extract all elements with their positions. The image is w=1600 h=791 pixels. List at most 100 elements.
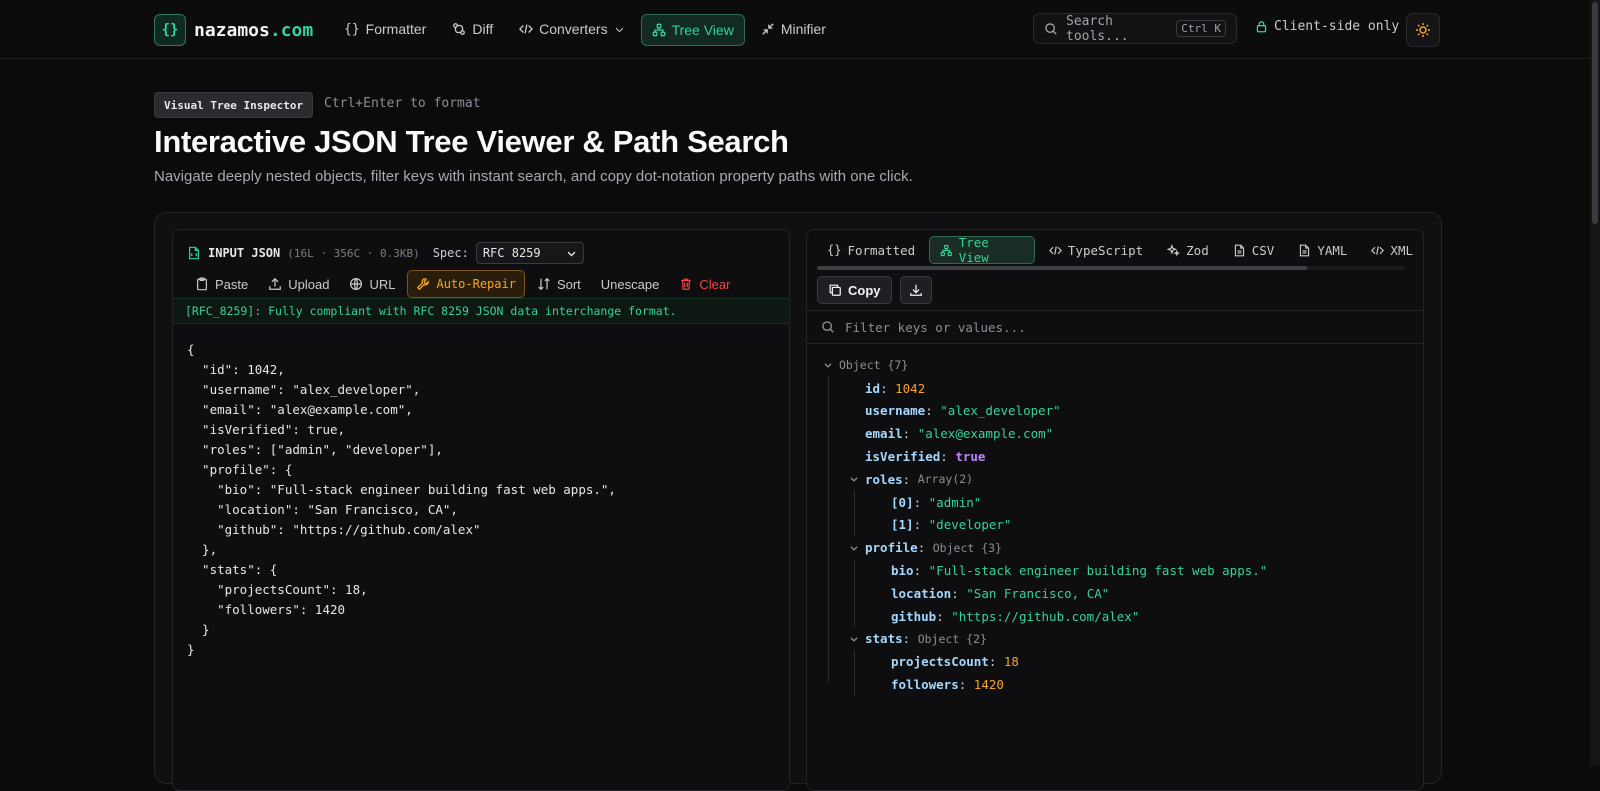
feature-badge: Visual Tree Inspector <box>154 92 314 118</box>
tree-type: Object {3} <box>932 540 1002 555</box>
tab-xml[interactable]: XML <box>1361 237 1423 263</box>
tab-yaml[interactable]: YAML <box>1288 237 1357 263</box>
tree-filter[interactable]: Filter keys or values... <box>807 310 1423 344</box>
file-icon <box>1234 244 1244 256</box>
tree-value: 1042 <box>895 380 926 396</box>
tree-node[interactable]: projectsCount: 18 <box>821 650 1401 673</box>
page-title: Interactive JSON Tree Viewer & Path Sear… <box>154 124 789 159</box>
download-button[interactable] <box>899 276 932 304</box>
unescape-label: Unescape <box>600 276 660 292</box>
tree-node[interactable]: username: "alex_developer" <box>821 400 1401 423</box>
tree-key: profile <box>865 540 918 556</box>
tree-value: "alex@example.com" <box>917 426 1054 442</box>
nav-tree-view[interactable]: Tree View <box>640 14 745 46</box>
url-button[interactable]: URL <box>341 271 403 297</box>
output-tabs: {} Formatted Tree View TypeScript Zod CS… <box>817 235 1423 265</box>
auto-repair-button[interactable]: Auto-Repair <box>407 270 525 298</box>
validation-status: [RFC_8259]: Fully compliant with RFC 825… <box>173 298 789 324</box>
upload-button[interactable]: Upload <box>260 271 337 297</box>
tree-node[interactable]: [0]: "admin" <box>821 491 1401 514</box>
unescape-button[interactable]: Unescape <box>593 271 668 297</box>
logo[interactable]: {} nazamos.com <box>154 14 313 46</box>
tree-filter-placeholder: Filter keys or values... <box>845 319 1026 335</box>
tree-key: isVerified <box>865 449 941 465</box>
trash-icon <box>681 278 692 290</box>
theme-toggle-button[interactable] <box>1406 13 1440 47</box>
tree-key: email <box>865 426 903 442</box>
nav-minifier[interactable]: Minifier <box>751 14 836 44</box>
page-scrollbar[interactable] <box>1590 0 1600 766</box>
tree-value: true <box>955 449 986 465</box>
output-panel: {} Formatted Tree View TypeScript Zod CS… <box>806 229 1424 791</box>
tree-value: "Full-stack engineer building fast web a… <box>928 563 1268 579</box>
tree-value: "developer" <box>928 517 1012 533</box>
input-panel: INPUT JSON (16L · 356C · 0.3KB) Spec: RF… <box>172 229 790 791</box>
tabs-scrollbar-thumb[interactable] <box>817 266 1307 270</box>
upload-label: Upload <box>288 276 330 292</box>
client-side-indicator: Client-side only <box>1255 19 1399 34</box>
tree-type: Object {2} <box>917 631 987 646</box>
tab-typescript[interactable]: TypeScript <box>1039 237 1153 263</box>
nav-diff[interactable]: Diff <box>442 14 503 44</box>
tree-node[interactable]: id: 1042 <box>821 377 1401 400</box>
tree-type: Array(2) <box>917 472 974 487</box>
tree-key: [0] <box>891 494 914 510</box>
tree-node-roles[interactable]: roles: Array(2) <box>821 468 1401 491</box>
lock-icon <box>1256 21 1267 33</box>
input-stats: (16L · 356C · 0.3KB) <box>287 246 420 260</box>
spec-select[interactable]: RFC 8259 <box>475 242 584 264</box>
tree-node[interactable]: [1]: "developer" <box>821 514 1401 537</box>
chevron-down-icon <box>567 251 576 257</box>
nav-diff-label: Diff <box>472 21 494 37</box>
tree-node[interactable]: email: "alex@example.com" <box>821 422 1401 445</box>
tree-node-root[interactable]: Object {7} <box>821 354 1401 377</box>
tree-node-stats[interactable]: stats: Object {2} <box>821 628 1401 651</box>
tabs-scrollbar[interactable] <box>817 266 1405 270</box>
tree-icon <box>652 23 665 37</box>
page-scrollbar-thumb[interactable] <box>1592 2 1598 224</box>
nav-converters[interactable]: Converters <box>509 14 634 44</box>
tree-node[interactable]: isVerified: true <box>821 445 1401 468</box>
tree-key: followers <box>891 677 959 693</box>
tree-node[interactable]: github: "https://github.com/alex" <box>821 605 1401 628</box>
clear-button[interactable]: Clear <box>671 271 738 297</box>
chevron-down-icon <box>850 477 858 483</box>
nav-tree-view-label: Tree View <box>671 22 734 38</box>
tree-value: 1420 <box>973 677 1004 693</box>
output-actions: Copy <box>817 276 932 304</box>
logo-name: nazamos <box>194 19 270 41</box>
tree-key: roles <box>865 471 903 487</box>
nav-formatter[interactable]: {} Formatter <box>334 14 436 44</box>
tab-zod[interactable]: Zod <box>1157 237 1219 263</box>
tool-search[interactable]: Search tools... Ctrl K <box>1033 13 1237 44</box>
sort-label: Sort <box>556 276 581 292</box>
tree-value: 18 <box>1003 654 1019 670</box>
tree-node[interactable]: followers: 1420 <box>821 673 1401 696</box>
tree-value: "San Francisco, CA" <box>966 585 1110 601</box>
tree-node[interactable]: bio: "Full-stack engineer building fast … <box>821 559 1401 582</box>
url-label: URL <box>369 276 396 292</box>
tab-formatted[interactable]: {} Formatted <box>817 237 925 263</box>
json-file-icon <box>189 246 199 260</box>
tab-tree-view-label: Tree View <box>958 235 989 265</box>
sun-icon <box>1416 23 1430 37</box>
code-icon <box>519 24 534 34</box>
tree-node[interactable]: location: "San Francisco, CA" <box>821 582 1401 605</box>
tab-typescript-label: TypeScript <box>1067 242 1144 258</box>
tab-csv[interactable]: CSV <box>1223 237 1285 263</box>
copy-button[interactable]: Copy <box>817 276 892 304</box>
tree-key: projectsCount <box>891 654 989 670</box>
copy-label: Copy <box>848 282 881 298</box>
tab-tree-view[interactable]: Tree View <box>929 235 1035 265</box>
tab-zod-label: Zod <box>1186 242 1209 258</box>
spec-select-value: RFC 8259 <box>482 246 541 260</box>
nav-converters-label: Converters <box>539 21 608 37</box>
paste-button[interactable]: Paste <box>187 271 256 297</box>
page-subtitle: Navigate deeply nested objects, filter k… <box>154 168 913 185</box>
code-icon <box>1048 245 1062 255</box>
json-input-editor[interactable]: { "id": 1042, "username": "alex_develope… <box>187 340 616 660</box>
sort-button[interactable]: Sort <box>529 271 589 297</box>
minimize-icon <box>762 23 774 35</box>
input-toolbar: Paste Upload URL Auto-Repair Sort Unesca… <box>187 270 738 298</box>
tree-node-profile[interactable]: profile: Object {3} <box>821 536 1401 559</box>
